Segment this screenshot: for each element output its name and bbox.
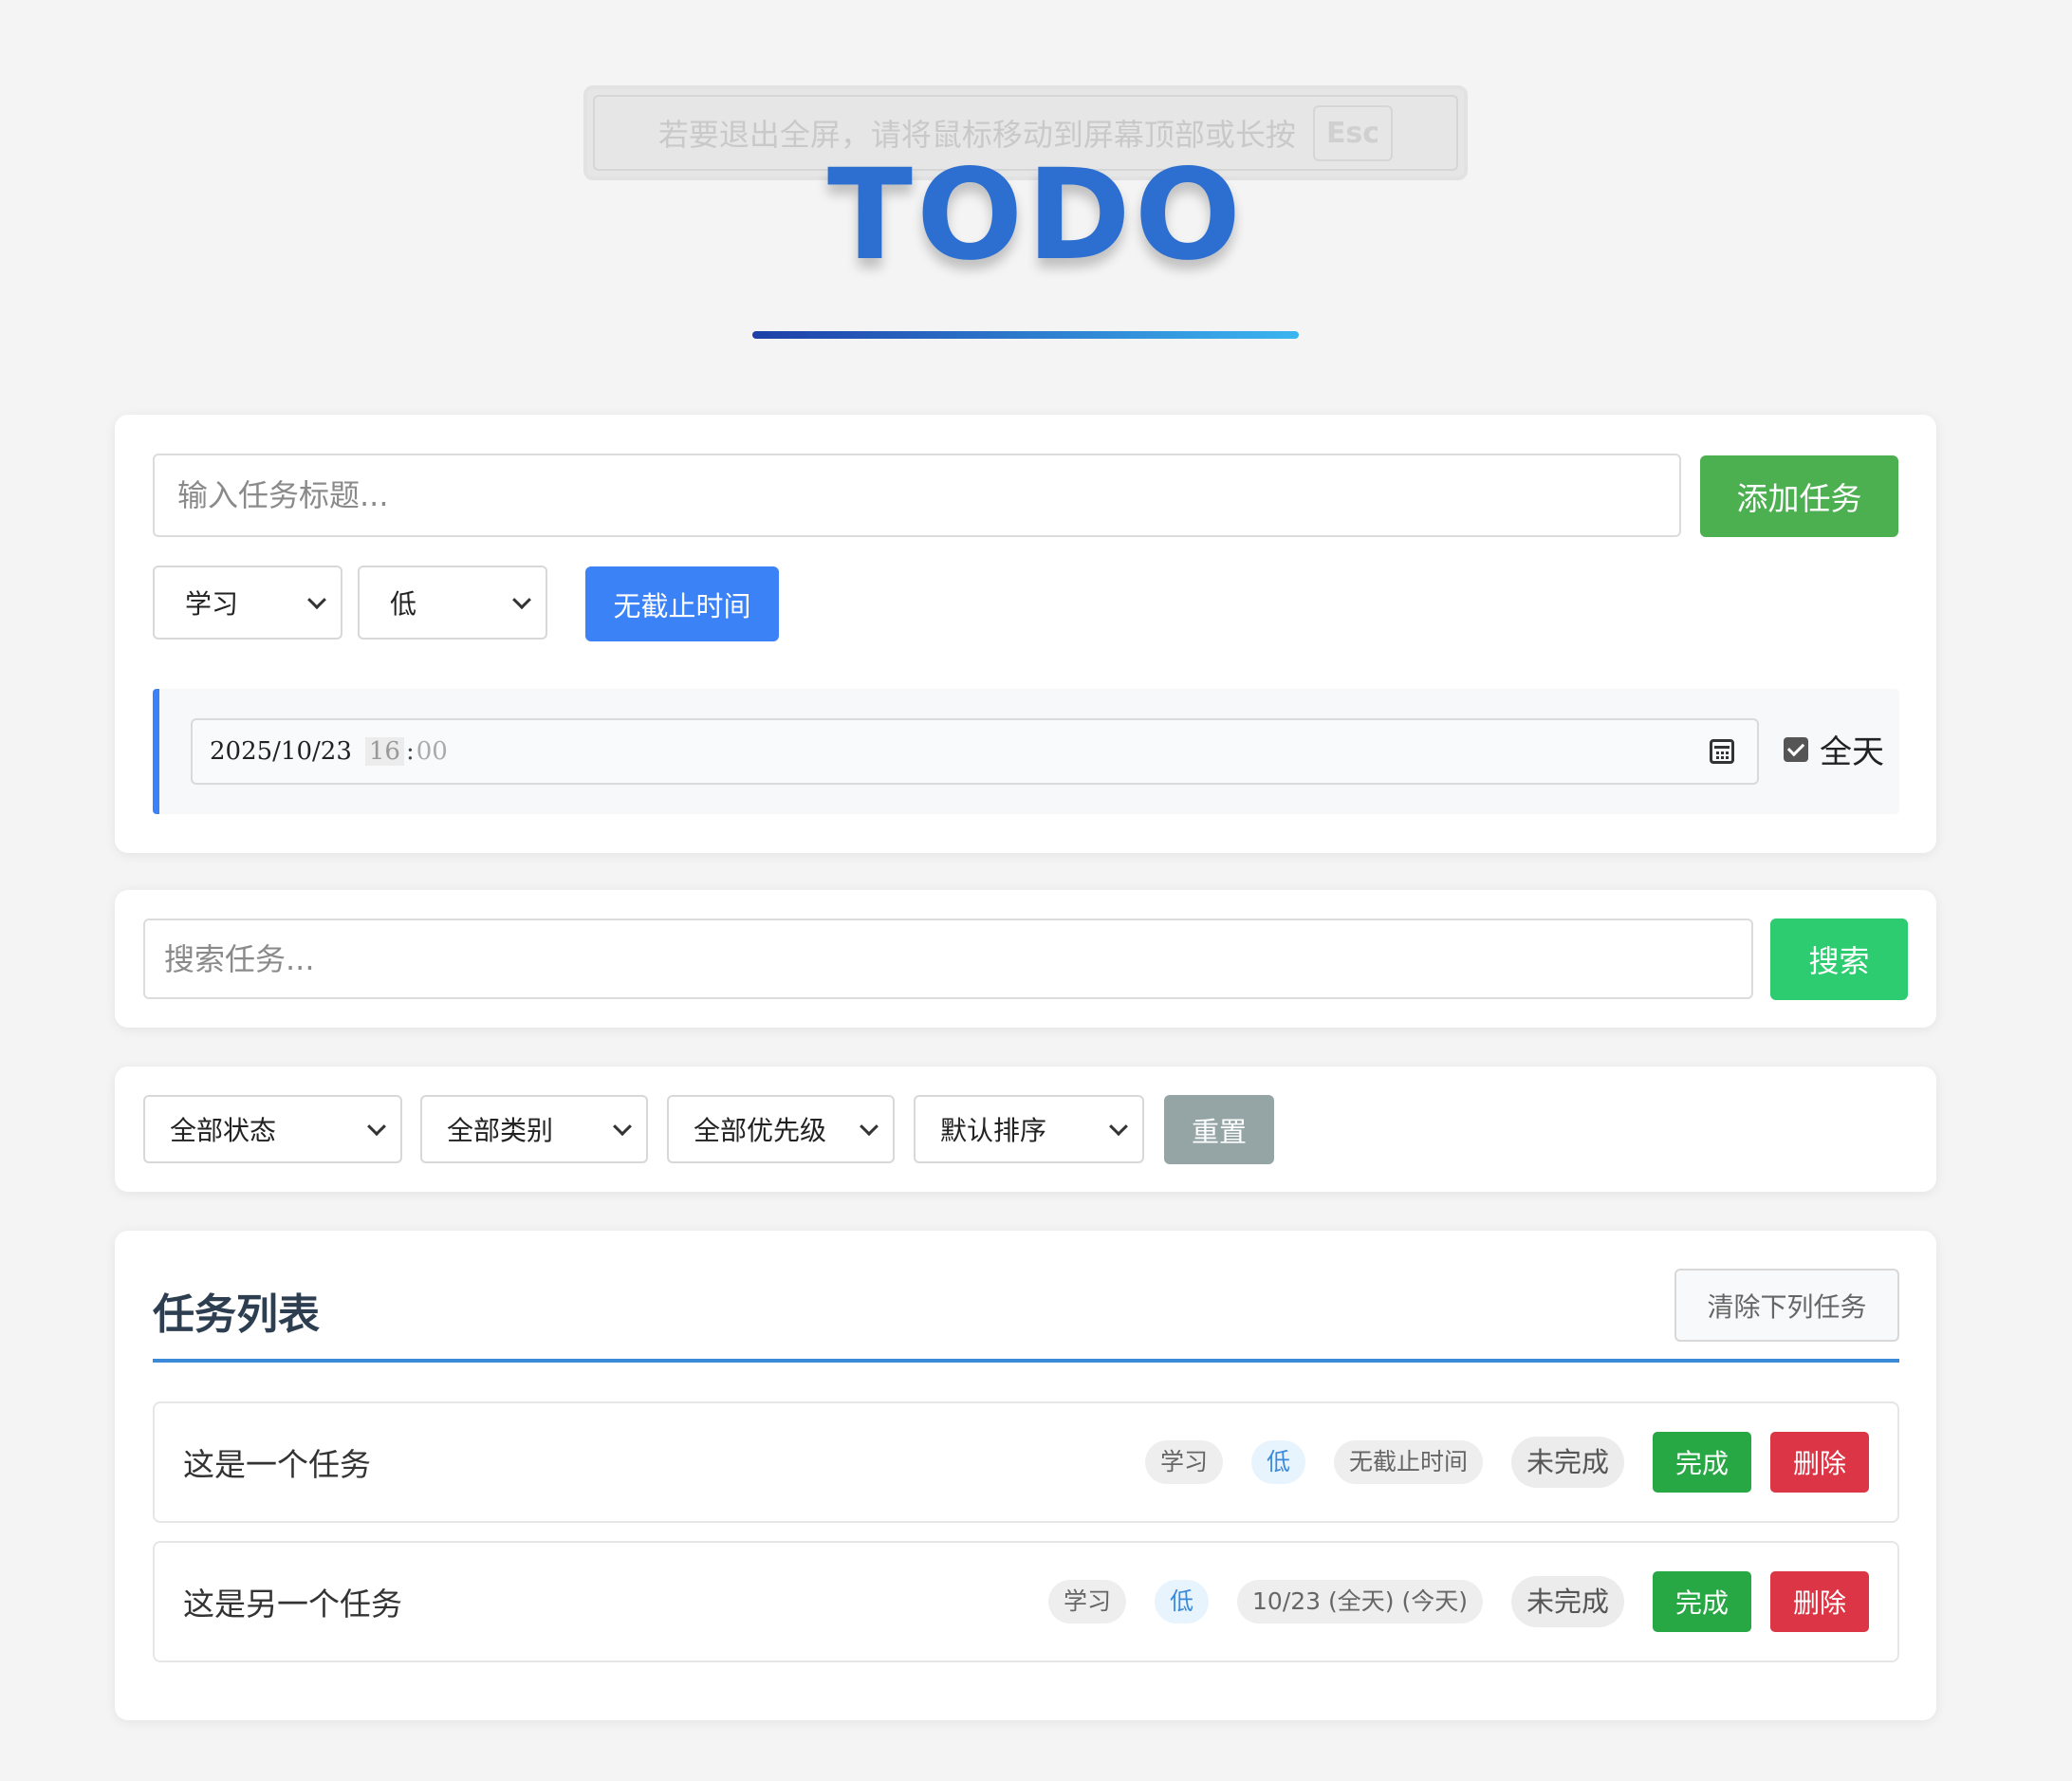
- time-separator: :: [405, 737, 415, 766]
- todo-page: 若要退出全屏，请将鼠标移动到屏幕顶部或长按 Esc TODO 添加任务 学习 低…: [0, 0, 2072, 1781]
- allday-checkbox[interactable]: [1784, 736, 1808, 762]
- reset-button[interactable]: 重置: [1164, 1095, 1274, 1164]
- task-row: 这是另一个任务 学习 低 10/23 (全天) (今天) 未完成 完成 删除: [153, 1541, 1899, 1662]
- add-task-card: 添加任务 学习 低 无截止时间 2025/10/23 16:00 全天: [115, 415, 1936, 853]
- priority-select[interactable]: 低: [358, 566, 547, 640]
- no-deadline-button[interactable]: 无截止时间: [585, 566, 779, 641]
- chevron-down-icon: [860, 1117, 879, 1137]
- priority-select-value: 低: [390, 588, 417, 620]
- deadline-badge: 无截止时间: [1333, 1440, 1483, 1484]
- filter-card: 全部状态 全部类别 全部优先级 默认排序 重置: [115, 1067, 1936, 1192]
- task-list-divider: [153, 1359, 1899, 1363]
- sort-value: 默认排序: [940, 1115, 1047, 1146]
- allday-label: 全天: [1820, 733, 1884, 771]
- complete-button[interactable]: 完成: [1653, 1432, 1751, 1493]
- complete-button[interactable]: 完成: [1653, 1571, 1751, 1632]
- status-filter-value: 全部状态: [170, 1115, 277, 1146]
- chevron-down-icon: [1109, 1117, 1128, 1137]
- priority-filter-value: 全部优先级: [694, 1115, 827, 1146]
- task-meta: 学习 低 10/23 (全天) (今天) 未完成 完成 删除: [1047, 1571, 1869, 1632]
- chevron-down-icon: [613, 1117, 632, 1137]
- app-title: TODO: [826, 142, 1246, 288]
- chevron-down-icon: [307, 590, 326, 610]
- delete-button[interactable]: 删除: [1770, 1432, 1869, 1493]
- status-filter-select[interactable]: 全部状态: [143, 1095, 402, 1163]
- search-card: 搜索: [115, 890, 1936, 1028]
- priority-filter-select[interactable]: 全部优先级: [667, 1095, 895, 1163]
- category-badge: 学习: [1047, 1580, 1126, 1623]
- task-list-title: 任务列表: [153, 1290, 320, 1339]
- category-filter-value: 全部类别: [447, 1115, 554, 1146]
- category-select[interactable]: 学习: [153, 566, 342, 640]
- task-title-input[interactable]: [153, 454, 1681, 537]
- category-select-value: 学习: [185, 588, 239, 620]
- priority-badge: 低: [1155, 1580, 1210, 1623]
- time-hour: 16: [364, 737, 404, 766]
- title-underline: [752, 331, 1299, 339]
- priority-badge: 低: [1250, 1440, 1305, 1484]
- clear-tasks-button[interactable]: 清除下列任务: [1674, 1269, 1899, 1342]
- delete-button[interactable]: 删除: [1770, 1571, 1869, 1632]
- search-input[interactable]: [143, 918, 1753, 999]
- calendar-icon[interactable]: [1710, 739, 1734, 764]
- deadline-datetime-input[interactable]: 2025/10/23 16:00: [191, 718, 1759, 785]
- task-title: 这是另一个任务: [183, 1586, 402, 1623]
- search-button[interactable]: 搜索: [1770, 918, 1908, 1000]
- status-badge: 未完成: [1510, 1437, 1624, 1488]
- date-value: 2025/10/23: [210, 737, 352, 766]
- deadline-badge: 10/23 (全天) (今天): [1237, 1580, 1483, 1623]
- task-meta: 学习 低 无截止时间 未完成 完成 删除: [1144, 1432, 1869, 1493]
- allday-toggle[interactable]: 全天: [1784, 726, 1884, 772]
- add-task-button[interactable]: 添加任务: [1700, 455, 1898, 537]
- category-badge: 学习: [1144, 1440, 1223, 1484]
- task-row: 这是一个任务 学习 低 无截止时间 未完成 完成 删除: [153, 1401, 1899, 1523]
- deadline-panel: 2025/10/23 16:00 全天: [153, 689, 1899, 814]
- chevron-down-icon: [512, 590, 531, 610]
- task-title: 这是一个任务: [183, 1446, 371, 1483]
- chevron-down-icon: [367, 1117, 386, 1137]
- sort-select[interactable]: 默认排序: [914, 1095, 1144, 1163]
- status-badge: 未完成: [1510, 1576, 1624, 1627]
- category-filter-select[interactable]: 全部类别: [420, 1095, 648, 1163]
- task-list-card: 任务列表 清除下列任务 这是一个任务 学习 低 无截止时间 未完成 完成 删除 …: [115, 1231, 1936, 1720]
- time-minute: 00: [416, 737, 448, 766]
